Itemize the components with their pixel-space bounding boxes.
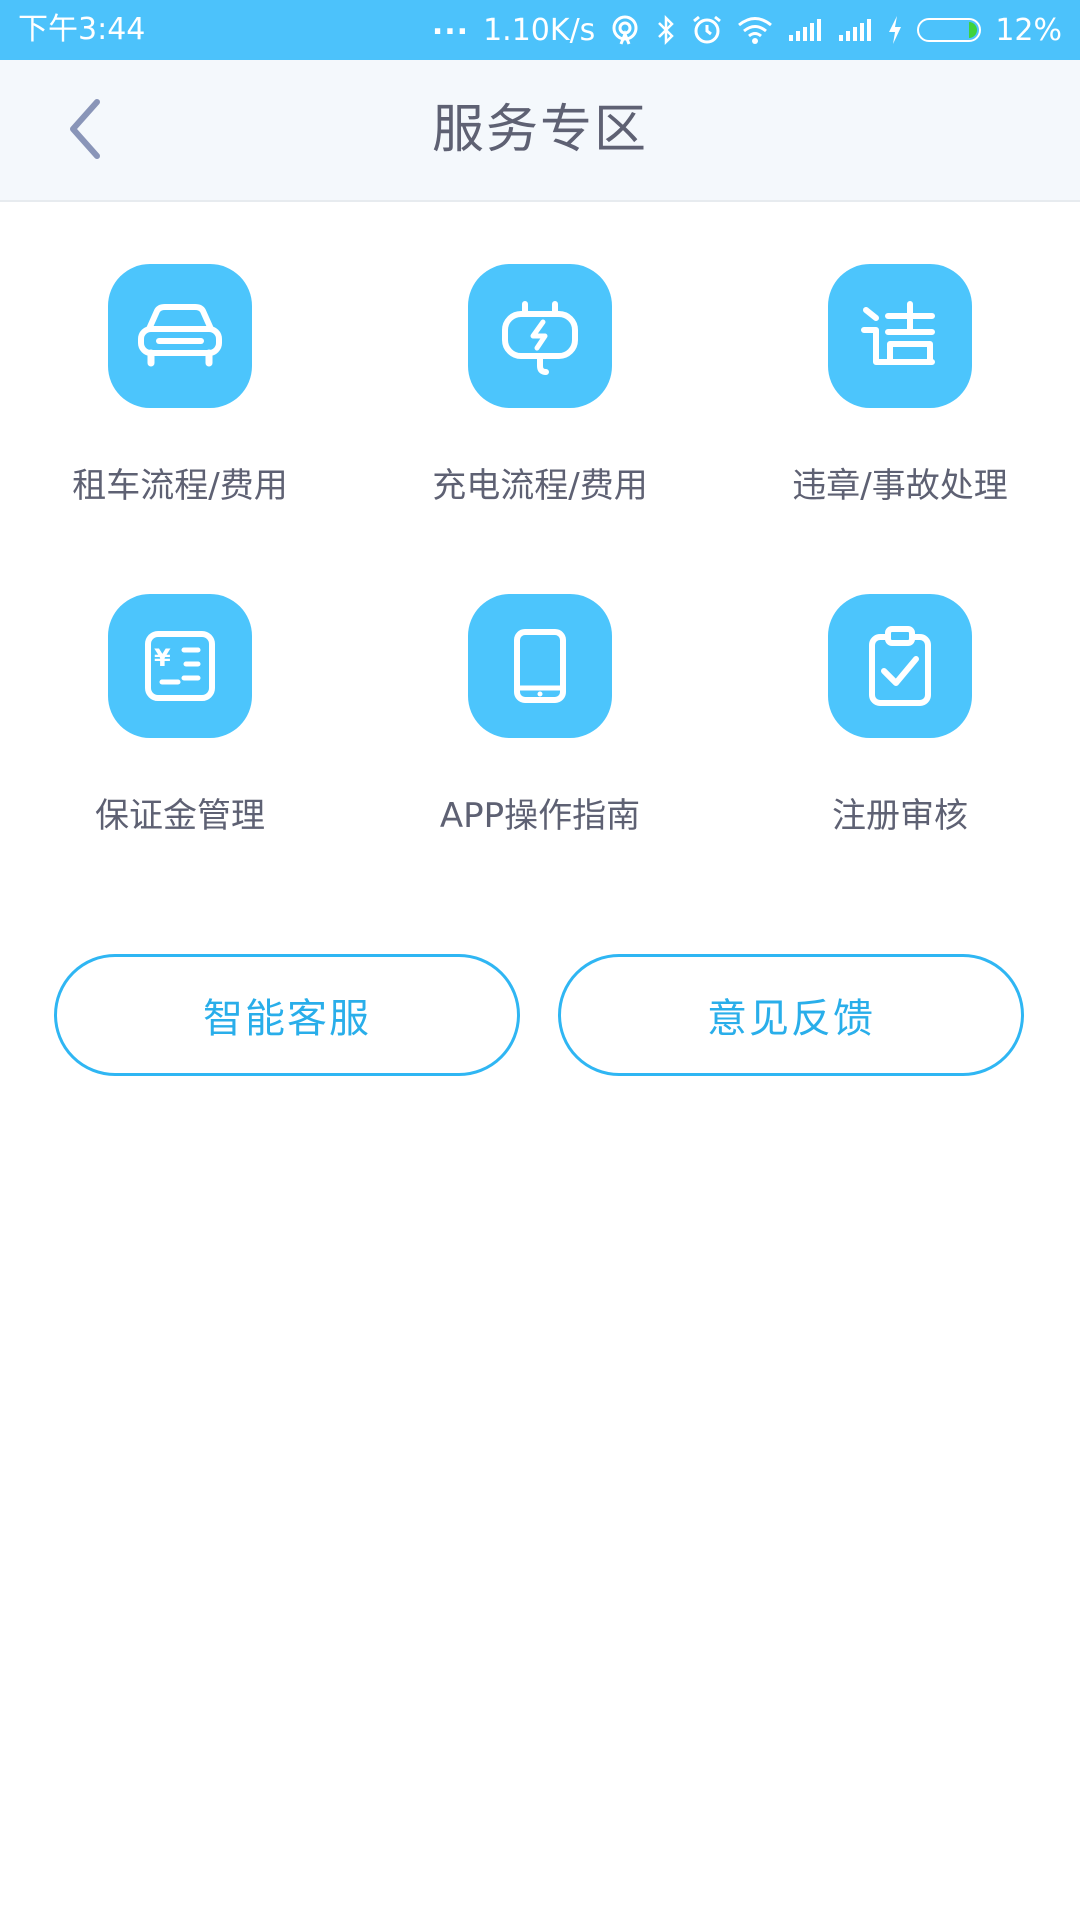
service-violation[interactable]: 违章/事故处理 xyxy=(720,202,1080,506)
tablet-icon xyxy=(468,594,612,738)
service-app-guide[interactable]: APP操作指南 xyxy=(360,532,720,836)
service-label: 注册审核 xyxy=(832,796,968,836)
charger-icon xyxy=(468,264,612,408)
wifi-icon xyxy=(737,16,773,44)
service-label: 违章/事故处理 xyxy=(792,466,1008,506)
status-time: 下午3:44 xyxy=(18,12,146,47)
service-registration[interactable]: 注册审核 xyxy=(720,532,1080,836)
alarm-icon xyxy=(691,14,723,46)
header: 服务专区 xyxy=(0,60,1080,202)
signal-icon xyxy=(787,17,823,43)
page-title: 服务专区 xyxy=(431,100,648,160)
charging-icon xyxy=(887,15,903,45)
service-deposit[interactable]: ¥ 保证金管理 xyxy=(0,532,360,836)
net-speed: 1.10K/s xyxy=(483,12,596,48)
status-bar: 下午3:44 ... 1.10K/s 12% xyxy=(0,0,1080,60)
battery-icon xyxy=(917,18,982,42)
more-dots: ... xyxy=(431,6,470,42)
service-label: 租车流程/费用 xyxy=(72,466,288,506)
clipboard-check-icon xyxy=(828,594,972,738)
service-label: APP操作指南 xyxy=(439,796,641,836)
feedback-button[interactable]: 意见反馈 xyxy=(558,954,1024,1076)
status-icons: ... 1.10K/s 12% xyxy=(432,0,1062,60)
service-label: 充电流程/费用 xyxy=(432,466,648,506)
svg-text:¥: ¥ xyxy=(154,644,171,672)
service-charging[interactable]: 充电流程/费用 xyxy=(360,202,720,506)
car-icon xyxy=(108,264,252,408)
deposit-icon: ¥ xyxy=(108,594,252,738)
bluetooth-icon xyxy=(655,14,677,46)
battery-percent: 12% xyxy=(995,12,1062,48)
service-label: 保证金管理 xyxy=(95,796,265,836)
violation-icon xyxy=(828,264,972,408)
hotspot-icon xyxy=(609,14,641,46)
service-rental[interactable]: 租车流程/费用 xyxy=(0,202,360,506)
signal-icon xyxy=(837,17,873,43)
customer-service-button[interactable]: 智能客服 xyxy=(54,954,520,1076)
